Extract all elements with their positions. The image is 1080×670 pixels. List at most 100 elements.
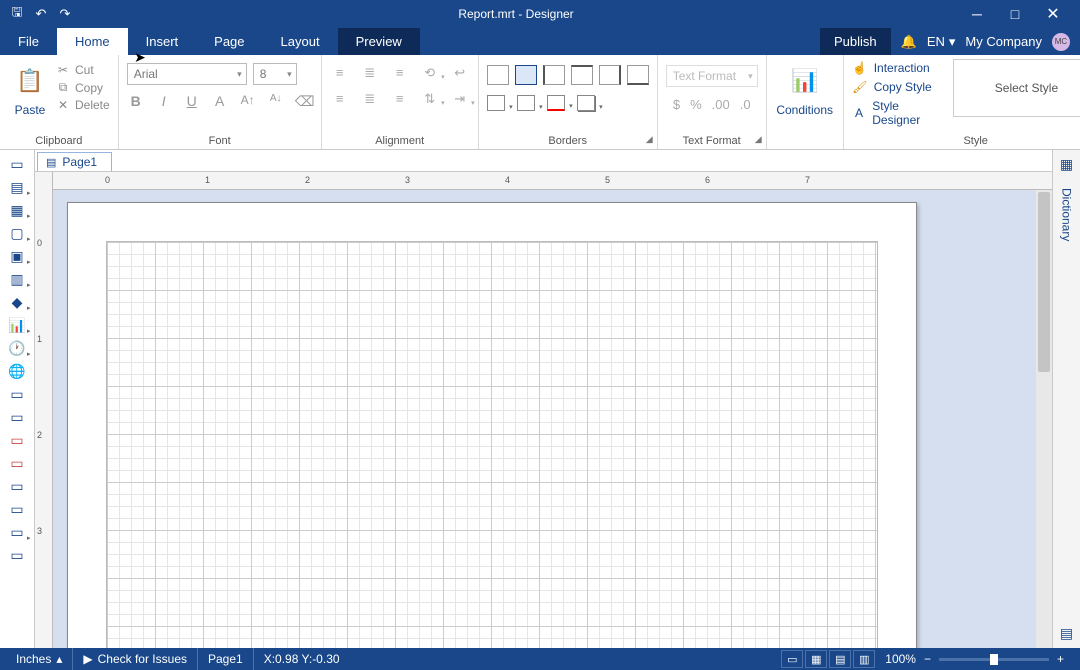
view-mode-3[interactable]: ▤ <box>829 650 851 668</box>
tool-band[interactable]: ▤ <box>5 177 30 197</box>
view-mode-2[interactable]: ▦ <box>805 650 827 668</box>
font-name-combo[interactable]: Arial <box>127 63 247 85</box>
tool-gauge[interactable]: 🕐 <box>5 338 30 358</box>
zoom-level[interactable]: 100% <box>885 652 916 666</box>
border-left-button[interactable] <box>543 65 565 85</box>
view-mode-1[interactable]: ▭ <box>781 650 803 668</box>
redo-icon[interactable]: ↷ <box>56 6 74 22</box>
avatar[interactable]: MC <box>1052 33 1070 51</box>
indent-button[interactable]: ⇥ <box>450 91 470 107</box>
border-color-button[interactable] <box>517 95 535 111</box>
tool-page4[interactable]: ▭ <box>5 453 30 473</box>
wrap-button[interactable]: ↩ <box>450 65 470 81</box>
align-center-button[interactable]: ≣ <box>360 65 380 81</box>
units-selector[interactable]: Inches ▴ <box>6 648 73 670</box>
delete-button[interactable]: ✕Delete <box>56 98 110 112</box>
tool-text[interactable]: ▢ <box>5 223 30 243</box>
border-none-button[interactable] <box>487 65 509 85</box>
close-button[interactable]: ✕ <box>1034 4 1072 24</box>
tool-shape[interactable]: ◆ <box>5 292 30 312</box>
increase-decimal-button[interactable]: .00 <box>712 97 730 112</box>
tool-chart[interactable]: 📊 <box>5 315 30 335</box>
tool-panel4[interactable]: ▭ <box>5 545 30 565</box>
font-color-button[interactable]: A <box>211 93 229 110</box>
clear-format-button[interactable]: ⌫ <box>295 93 313 110</box>
border-right-button[interactable] <box>599 65 621 85</box>
fill-color-button[interactable] <box>487 95 505 111</box>
percent-button[interactable]: % <box>690 97 702 112</box>
align-bottom-button[interactable]: ≡ <box>390 91 410 107</box>
align-top-button[interactable]: ≡ <box>330 91 350 107</box>
tool-panel2[interactable]: ▭ <box>5 499 30 519</box>
border-bottom-button[interactable] <box>627 65 649 85</box>
copy-button[interactable]: ⧉Copy <box>56 80 110 95</box>
tab-layout[interactable]: Layout <box>263 28 338 55</box>
report-page[interactable] <box>67 202 917 648</box>
properties-icon[interactable]: ▦ <box>1060 156 1073 173</box>
border-style-button[interactable] <box>547 95 565 111</box>
paste-button[interactable]: 📋 Paste <box>8 59 52 117</box>
scroll-thumb[interactable] <box>1038 192 1050 372</box>
cut-button[interactable]: ✂Cut <box>56 63 110 77</box>
shadow-button[interactable] <box>577 95 595 111</box>
undo-icon[interactable]: ↶ <box>32 6 50 22</box>
tool-page2[interactable]: ▭ <box>5 407 30 427</box>
notifications-icon[interactable]: 🔔 <box>901 34 917 50</box>
conditions-button[interactable]: 📊 Conditions <box>775 59 835 117</box>
maximize-button[interactable]: □ <box>996 6 1034 22</box>
borders-launcher[interactable]: ◢ <box>646 134 653 145</box>
view-mode-4[interactable]: ▥ <box>853 650 875 668</box>
tab-home[interactable]: Home <box>57 28 128 55</box>
tool-page1[interactable]: ▭ <box>5 384 30 404</box>
dictionary-panel[interactable]: Dictionary <box>1060 188 1074 241</box>
company-selector[interactable]: My Company <box>965 34 1042 49</box>
underline-button[interactable]: U <box>183 93 201 110</box>
save-icon[interactable]: 🖫 <box>8 3 26 25</box>
copy-style-button[interactable]: 🖌Copy Style <box>852 80 944 94</box>
tool-cross[interactable]: ▦ <box>5 200 30 220</box>
tab-file[interactable]: File <box>0 28 57 55</box>
currency-button[interactable]: $ <box>673 97 680 112</box>
group-label-font: Font <box>127 133 313 147</box>
zoom-out-button[interactable]: − <box>924 652 931 666</box>
align-middle-button[interactable]: ≣ <box>360 91 380 107</box>
tab-insert[interactable]: Insert <box>128 28 197 55</box>
tool-image[interactable]: ▣ <box>5 246 30 266</box>
publish-button[interactable]: Publish <box>820 28 891 55</box>
zoom-in-button[interactable]: + <box>1057 652 1064 666</box>
shrink-font-button[interactable]: A↓ <box>267 93 285 110</box>
vertical-scrollbar[interactable] <box>1036 190 1052 648</box>
textformat-launcher[interactable]: ◢ <box>755 134 762 145</box>
design-canvas[interactable] <box>53 190 1052 648</box>
tab-preview[interactable]: Preview <box>338 28 420 55</box>
minimize-button[interactable]: ─ <box>958 6 996 22</box>
zoom-slider[interactable] <box>939 658 1049 661</box>
tab-page[interactable]: Page <box>196 28 262 55</box>
grow-font-button[interactable]: A↑ <box>239 93 257 110</box>
tool-barcode[interactable]: ▥ <box>5 269 30 289</box>
align-right-button[interactable]: ≡ <box>390 65 410 81</box>
border-all-button[interactable] <box>515 65 537 85</box>
interaction-button[interactable]: ☝Interaction <box>852 61 944 75</box>
text-format-combo[interactable]: Text Format <box>666 65 758 87</box>
line-spacing-button[interactable]: ⇅ <box>420 91 440 107</box>
bold-button[interactable]: B <box>127 93 145 110</box>
tool-panel3[interactable]: ▭ <box>5 522 30 542</box>
tool-page3[interactable]: ▭ <box>5 430 30 450</box>
check-issues-button[interactable]: ▶ Check for Issues <box>73 648 198 670</box>
language-selector[interactable]: EN ▾ <box>927 34 956 50</box>
tool-panel1[interactable]: ▭ <box>5 476 30 496</box>
align-left-button[interactable]: ≡ <box>330 65 350 81</box>
italic-button[interactable]: I <box>155 93 173 110</box>
tool-map[interactable]: 🌐 <box>5 361 30 381</box>
decrease-decimal-button[interactable]: .0 <box>740 97 751 112</box>
group-label-clipboard: Clipboard <box>8 133 110 147</box>
text-angle-button[interactable]: ⟲ <box>420 65 440 81</box>
tool-pointer[interactable]: ▭ <box>5 154 30 174</box>
select-style-combo[interactable]: Select Style <box>953 59 1080 117</box>
style-designer-button[interactable]: AStyle Designer <box>852 99 944 127</box>
border-top-button[interactable] <box>571 65 593 85</box>
page-tab[interactable]: ▤ Page1 <box>37 152 112 171</box>
font-size-combo[interactable]: 8 <box>253 63 297 85</box>
tree-icon[interactable]: ▤ <box>1060 625 1073 642</box>
